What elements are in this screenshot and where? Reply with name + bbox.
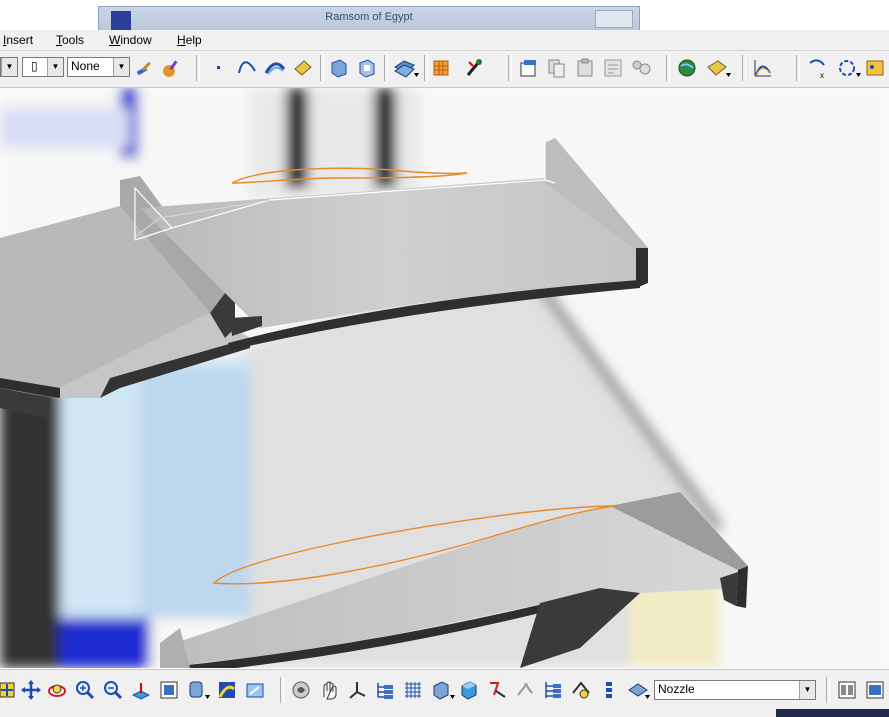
menu-help[interactable]: Help bbox=[177, 33, 202, 47]
spline-icon[interactable] bbox=[236, 57, 258, 79]
rotate-icon[interactable] bbox=[46, 679, 68, 701]
linetype-combo[interactable]: None ▼ bbox=[67, 57, 130, 77]
palette-icon[interactable] bbox=[864, 57, 886, 79]
rotate-view-icon[interactable] bbox=[836, 57, 862, 79]
combo-arrow-icon[interactable]: ▼ bbox=[1, 58, 17, 76]
views-icon[interactable] bbox=[186, 679, 212, 701]
sketch-icon[interactable] bbox=[292, 57, 314, 79]
snap-icon[interactable] bbox=[464, 57, 486, 79]
hierarchy-icon[interactable] bbox=[542, 679, 564, 701]
extrude-icon[interactable] bbox=[328, 57, 350, 79]
filter-icon[interactable] bbox=[598, 679, 620, 701]
paint-brush-icon[interactable] bbox=[134, 57, 156, 79]
macro-icon[interactable] bbox=[630, 57, 652, 79]
window-buttons[interactable] bbox=[595, 10, 633, 28]
render-style-icon[interactable] bbox=[216, 679, 238, 701]
menu-tools[interactable]: Tools bbox=[56, 33, 84, 47]
surface-icon[interactable] bbox=[392, 57, 420, 79]
multi-view-icon[interactable] bbox=[158, 679, 180, 701]
point-icon[interactable] bbox=[208, 57, 230, 79]
svg-text:x: x bbox=[820, 71, 824, 79]
color-combo[interactable]: ▼ bbox=[0, 57, 18, 77]
window-tile-icon[interactable] bbox=[836, 679, 858, 701]
render-icon[interactable] bbox=[704, 57, 732, 79]
tree-icon[interactable] bbox=[374, 679, 396, 701]
zoom-in-icon[interactable] bbox=[74, 679, 96, 701]
combo-arrow-icon[interactable]: ▼ bbox=[799, 681, 815, 699]
axis-icon[interactable] bbox=[346, 679, 368, 701]
compass-icon[interactable] bbox=[318, 679, 340, 701]
magic-wand-icon[interactable] bbox=[160, 57, 182, 79]
properties-icon[interactable] bbox=[518, 57, 540, 79]
curve-analysis-icon[interactable] bbox=[752, 57, 774, 79]
reframe-icon[interactable]: x bbox=[806, 57, 832, 79]
layer-icon[interactable] bbox=[626, 679, 652, 701]
zoom-out-icon[interactable] bbox=[102, 679, 124, 701]
globe-icon[interactable] bbox=[676, 57, 698, 79]
measure-icon[interactable] bbox=[486, 679, 508, 701]
swap-visible-icon[interactable] bbox=[290, 679, 312, 701]
snap-icon[interactable] bbox=[570, 679, 592, 701]
grid-icon[interactable] bbox=[402, 679, 424, 701]
normal-view-icon[interactable] bbox=[130, 679, 152, 701]
desktop-strip: Ramsom of Egypt bbox=[0, 0, 889, 31]
cad-scene[interactable] bbox=[0, 88, 889, 668]
window-cascade-icon[interactable] bbox=[864, 679, 886, 701]
combo-arrow-icon[interactable]: ▼ bbox=[113, 58, 129, 76]
rename-icon[interactable] bbox=[602, 57, 624, 79]
grid-icon[interactable] bbox=[430, 57, 452, 79]
measure2-icon[interactable] bbox=[514, 679, 536, 701]
fit-all-icon[interactable] bbox=[0, 679, 18, 701]
copy-icon[interactable] bbox=[546, 57, 568, 79]
paste-icon[interactable] bbox=[574, 57, 596, 79]
pocket-icon[interactable] bbox=[356, 57, 378, 79]
arc-icon[interactable] bbox=[264, 57, 286, 79]
cube-icon[interactable] bbox=[458, 679, 480, 701]
top-toolbar: ▼ ▯ ▼ None ▼ x bbox=[0, 51, 889, 88]
menu-bar: Insert Tools Window Help bbox=[0, 30, 889, 51]
bottom-toolbar: Nozzle ▼ bbox=[0, 669, 889, 710]
layer-combo[interactable]: Nozzle ▼ bbox=[654, 680, 816, 700]
menu-insert[interactable]: Insert bbox=[3, 33, 33, 47]
pan-icon[interactable] bbox=[20, 679, 42, 701]
background-window-title: Ramsom of Egypt bbox=[325, 11, 413, 23]
combo-arrow-icon[interactable]: ▼ bbox=[47, 58, 63, 76]
background-window[interactable]: Ramsom of Egypt bbox=[98, 6, 640, 31]
status-strip bbox=[0, 709, 889, 717]
3d-viewport[interactable] bbox=[0, 88, 889, 668]
status-panel bbox=[776, 709, 889, 717]
menu-window[interactable]: Window bbox=[109, 33, 152, 47]
linewidth-combo[interactable]: ▯ ▼ bbox=[22, 57, 64, 77]
hide-show-icon[interactable] bbox=[244, 679, 266, 701]
box-icon[interactable] bbox=[430, 679, 456, 701]
